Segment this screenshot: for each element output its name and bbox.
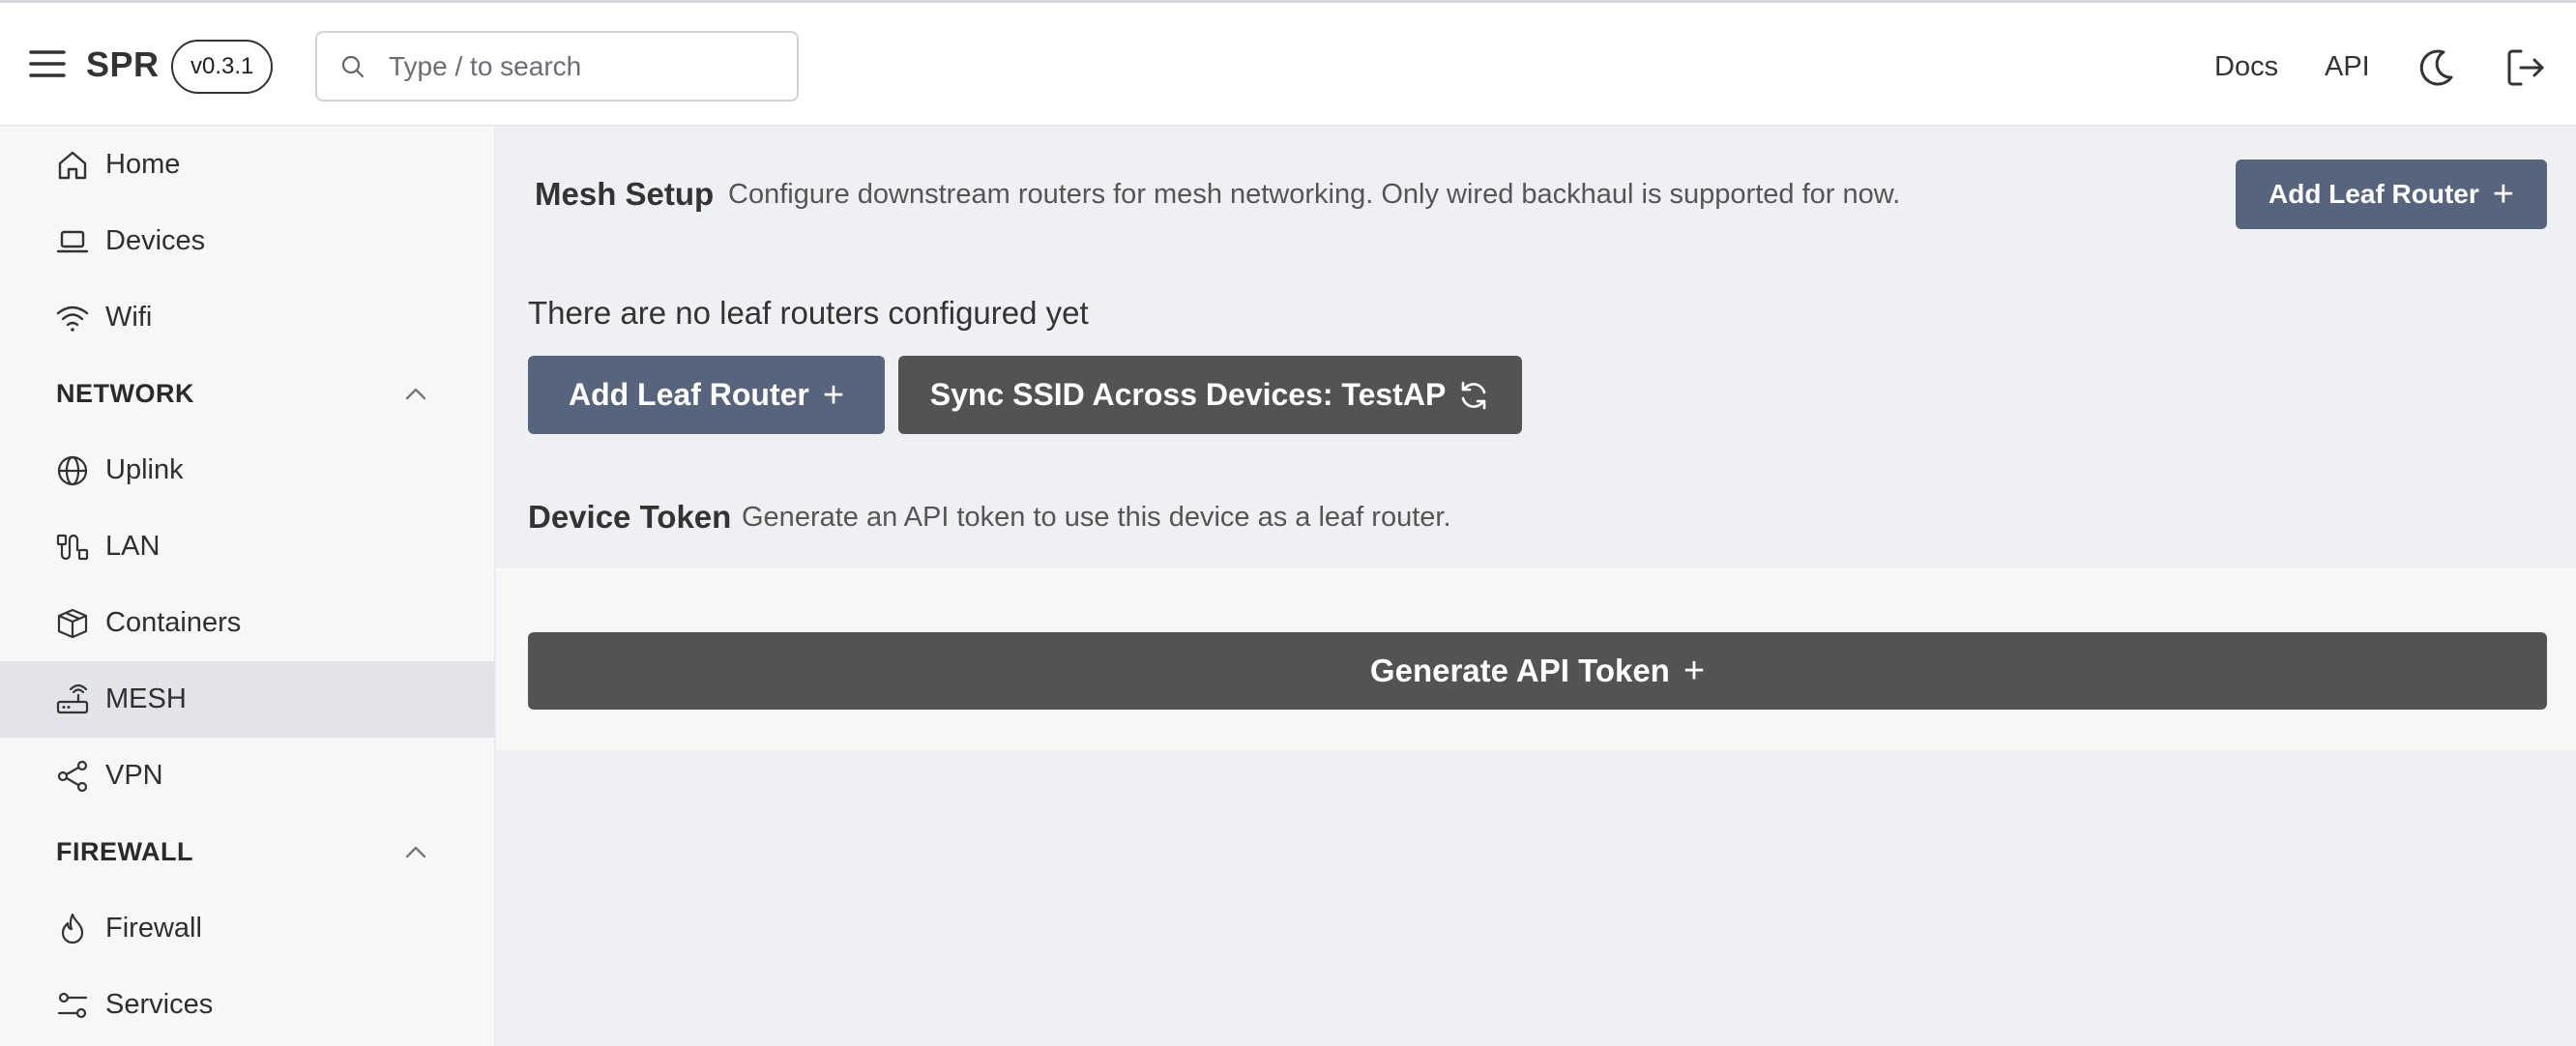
box-icon (54, 605, 91, 642)
version-badge: v0.3.1 (171, 40, 274, 94)
search-box[interactable] (315, 31, 799, 102)
section-firewall-toggle[interactable]: FIREWALL (0, 814, 494, 890)
laptop-icon (54, 223, 91, 260)
search-input[interactable] (389, 50, 776, 82)
refresh-icon (1461, 381, 1486, 409)
generate-api-token-button[interactable]: Generate API Token + (528, 632, 2547, 710)
menu-icon[interactable] (29, 48, 66, 79)
sync-ssid-button[interactable]: Sync SSID Across Devices: TestAP (898, 356, 1522, 434)
button-label: Add Leaf Router (2269, 179, 2479, 209)
flame-icon (54, 911, 91, 947)
network-nodes-icon (54, 758, 91, 795)
sidebar-item-vpn[interactable]: VPN (0, 738, 494, 814)
cable-icon (54, 529, 91, 566)
device-token-title: Device Token (528, 499, 732, 535)
sidebar-item-label: VPN (105, 760, 163, 791)
section-heading: NETWORK (56, 379, 194, 408)
button-label: Add Leaf Router (568, 377, 809, 412)
sidebar: Home Devices Wifi NETWORK Uplink LAN Con… (0, 127, 495, 1046)
sidebar-item-devices[interactable]: Devices (0, 203, 494, 279)
device-token-description: Generate an API token to use this device… (742, 502, 1451, 533)
sidebar-item-uplink[interactable]: Uplink (0, 432, 494, 508)
chevron-up-icon (405, 846, 426, 857)
wifi-icon (54, 300, 91, 336)
sidebar-item-home[interactable]: Home (0, 127, 494, 203)
sidebar-item-services[interactable]: Services (0, 967, 494, 1043)
docs-link[interactable]: Docs (2214, 51, 2278, 83)
main-content: Mesh Setup Configure downstream routers … (496, 127, 2576, 1046)
sidebar-item-label: Home (105, 149, 181, 180)
sidebar-item-firewall[interactable]: Firewall (0, 890, 494, 967)
page-title: Mesh Setup (535, 176, 715, 212)
sidebar-item-label: MESH (105, 683, 187, 714)
button-label: Generate API Token (1369, 653, 1670, 688)
sidebar-item-lan[interactable]: LAN (0, 508, 494, 585)
section-network-toggle[interactable]: NETWORK (0, 356, 494, 432)
plus-icon: + (822, 374, 845, 416)
sidebar-item-label: Uplink (105, 454, 184, 485)
brand-logo[interactable]: SPR (86, 44, 160, 85)
plus-icon: + (1683, 651, 1706, 691)
chevron-up-icon (405, 388, 426, 399)
logout-icon[interactable] (2505, 47, 2546, 88)
page-description: Configure downstream routers for mesh ne… (728, 179, 1901, 210)
plus-icon: + (2492, 174, 2514, 215)
add-leaf-router-button[interactable]: Add Leaf Router + (528, 356, 885, 434)
add-leaf-router-header-button[interactable]: Add Leaf Router + (2236, 160, 2547, 229)
sidebar-item-label: Wifi (105, 302, 153, 333)
sidebar-item-label: Services (105, 989, 214, 1020)
sliders-icon (54, 987, 91, 1024)
home-icon (54, 147, 91, 184)
top-bar: SPR v0.3.1 Docs API (0, 3, 2576, 126)
sidebar-item-containers[interactable]: Containers (0, 585, 494, 661)
moon-icon[interactable] (2415, 46, 2457, 89)
sidebar-item-label: Firewall (105, 913, 202, 944)
empty-state-message: There are no leaf routers configured yet (528, 295, 1089, 331)
section-heading: FIREWALL (56, 837, 193, 866)
router-icon (54, 682, 91, 718)
sidebar-item-wifi[interactable]: Wifi (0, 279, 494, 356)
sidebar-item-label: Containers (105, 607, 242, 638)
button-label: Sync SSID Across Devices: TestAP (929, 377, 1447, 412)
sidebar-item-label: LAN (105, 531, 161, 562)
sidebar-item-label: Devices (105, 225, 206, 256)
sidebar-item-mesh[interactable]: MESH (0, 661, 494, 738)
globe-icon (54, 452, 91, 489)
search-icon (341, 55, 365, 77)
api-link[interactable]: API (2325, 51, 2370, 83)
